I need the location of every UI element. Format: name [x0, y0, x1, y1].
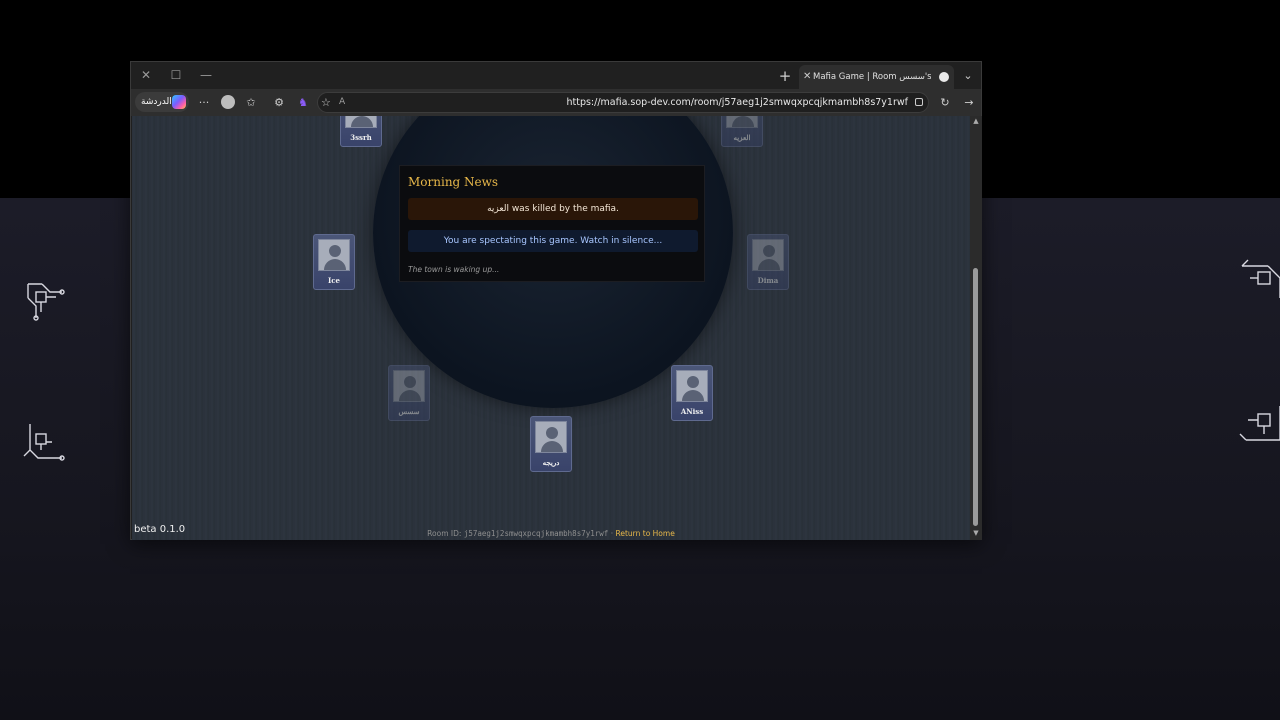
avatar — [345, 116, 377, 128]
browser-window: ✕ ☐ — + ✕ Mafia Game | Room سسس's Custom… — [130, 61, 982, 540]
player-name: العزيه — [733, 133, 751, 142]
avatar — [535, 421, 567, 453]
new-tab-icon[interactable]: + — [775, 66, 795, 86]
maximize-window-button[interactable]: ☐ — [165, 66, 187, 84]
player-card[interactable]: Dima — [747, 234, 789, 290]
close-window-button[interactable]: ✕ — [135, 66, 157, 84]
title-bar: ✕ ☐ — + ✕ Mafia Game | Room سسس's Custom… — [131, 62, 981, 89]
extension-app-icon[interactable]: ♞ — [293, 93, 313, 113]
more-icon[interactable]: ··· — [194, 93, 214, 113]
favicon-icon — [939, 72, 949, 82]
scroll-thumb[interactable] — [973, 268, 978, 526]
copilot-icon — [172, 95, 186, 109]
url-text[interactable]: https://mafia.sop-dev.com/room/j57aeg1j2… — [566, 93, 908, 112]
address-bar[interactable]: ☆ A https://mafia.sop-dev.com/room/j57ae… — [317, 92, 929, 113]
player-name: دريجه — [542, 458, 560, 467]
lock-icon[interactable] — [915, 98, 923, 106]
player-card[interactable]: العزيه — [721, 116, 763, 147]
room-id: j57aeg1j2smwqxpcqjkmambh8s7y1rwf — [463, 529, 609, 538]
tab-list-icon[interactable]: ⌄ — [958, 66, 978, 86]
morning-news-panel: Morning News العزيه was killed by the ma… — [399, 165, 705, 282]
tab-title: Mafia Game | Room سسس's Custom — [813, 72, 931, 82]
ornament-icon — [1241, 259, 1280, 298]
player-card[interactable]: ANiss — [671, 365, 713, 421]
kill-message: العزيه was killed by the mafia. — [408, 198, 698, 220]
ornament-icon — [23, 424, 65, 461]
player-card[interactable]: دريجه — [530, 416, 572, 472]
scroll-up-icon[interactable]: ▲ — [972, 117, 980, 125]
avatar — [676, 370, 708, 402]
minimize-window-button[interactable]: — — [195, 66, 217, 84]
game-page: 3ssrh العزيه Ice Dima سسس ANiss دريجه Mo — [132, 116, 970, 540]
refresh-icon[interactable]: ↻ — [935, 93, 955, 113]
scroll-down-icon[interactable]: ▼ — [972, 529, 980, 537]
ornament-icon — [1239, 406, 1280, 441]
player-name: Ice — [328, 276, 340, 285]
extensions-icon[interactable]: ⚙ — [269, 93, 289, 113]
favorites-icon[interactable]: ✩ — [241, 93, 261, 113]
player-name: ANiss — [680, 407, 704, 416]
profile-icon[interactable] — [221, 95, 235, 109]
news-title: Morning News — [408, 175, 499, 189]
player-name: سسس — [398, 407, 420, 416]
player-name: 3ssrh — [350, 133, 372, 142]
player-card[interactable]: سسس — [388, 365, 430, 421]
avatar — [752, 239, 784, 271]
browser-toolbar: الدردشة ··· ✩ ⚙ ♞ ☆ A https://mafia.sop-… — [131, 89, 981, 116]
forward-icon[interactable]: → — [959, 93, 979, 113]
avatar — [393, 370, 425, 402]
page-scrollbar[interactable]: ▲ ▼ — [970, 116, 982, 540]
copilot-button[interactable]: الدردشة — [135, 92, 189, 112]
copilot-label: الدردشة — [141, 97, 172, 107]
ornament-icon — [27, 283, 65, 321]
return-home-link[interactable]: Return to Home — [615, 529, 674, 538]
player-name: Dima — [757, 276, 779, 285]
separator: · — [610, 529, 614, 538]
status-text: The town is waking up... — [408, 265, 500, 274]
avatar — [726, 116, 758, 128]
player-card[interactable]: 3ssrh — [340, 116, 382, 147]
room-footer: Room ID: j57aeg1j2smwqxpcqjkmambh8s7y1rw… — [132, 529, 970, 538]
room-id-label: Room ID: — [427, 529, 462, 538]
add-favorite-icon[interactable]: ☆ — [321, 93, 331, 112]
player-card[interactable]: Ice — [313, 234, 355, 290]
read-aloud-icon[interactable]: A — [339, 93, 345, 112]
close-tab-icon[interactable]: ✕ — [803, 65, 811, 89]
spectate-message: You are spectating this game. Watch in s… — [408, 230, 698, 252]
browser-tab[interactable]: ✕ Mafia Game | Room سسس's Custom — [799, 65, 954, 89]
avatar — [318, 239, 350, 271]
